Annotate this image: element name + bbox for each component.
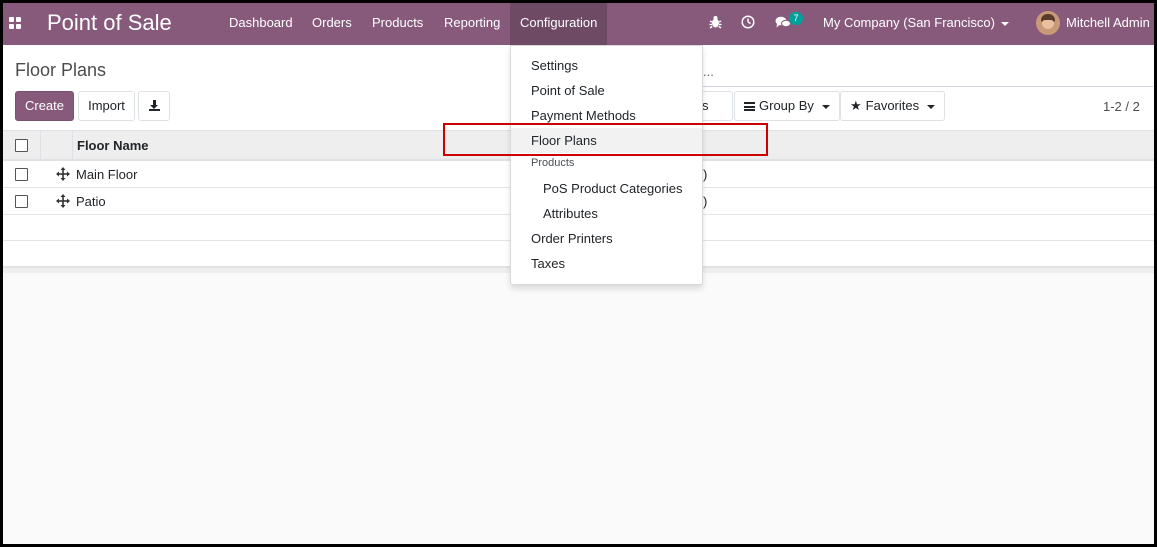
apps-menu-icon[interactable] (9, 17, 21, 29)
search-placeholder: ... (703, 64, 714, 79)
configuration-dropdown: Settings Point of Sale Payment Methods F… (510, 45, 703, 285)
page-title: Floor Plans (15, 60, 107, 80)
create-button[interactable]: Create (15, 91, 74, 121)
menu-item-point-of-sale[interactable]: Point of Sale (511, 78, 702, 103)
floor-name-cell: Main Floor (76, 167, 138, 182)
menu-item-settings[interactable]: Settings (511, 53, 702, 78)
user-avatar[interactable] (1036, 11, 1060, 35)
row-trailing-cell: ) (703, 167, 708, 182)
menu-item-pos-product-categories[interactable]: PoS Product Categories (511, 176, 702, 201)
app-brand[interactable]: Point of Sale (47, 10, 172, 36)
menu-reporting[interactable]: Reporting (434, 3, 510, 45)
menu-dashboard[interactable]: Dashboard (219, 3, 303, 45)
star-icon: ★ (850, 98, 862, 113)
column-divider (72, 131, 73, 161)
bars-icon (744, 102, 755, 111)
search-input[interactable]: ... (693, 56, 1153, 87)
column-divider (40, 131, 41, 161)
drag-handle-icon[interactable] (56, 194, 70, 210)
favorites-label: Favorites (865, 98, 920, 113)
menu-item-order-printers[interactable]: Order Printers (511, 226, 702, 251)
menu-section-products: Products (531, 157, 575, 169)
download-icon (148, 100, 160, 111)
group-by-button[interactable]: Group By (734, 91, 840, 121)
drag-handle-icon[interactable] (56, 167, 70, 183)
group-by-label: Group By (759, 98, 814, 113)
company-switcher[interactable]: My Company (San Francisco) (823, 3, 1009, 45)
import-button[interactable]: Import (78, 91, 135, 121)
menu-item-attributes[interactable]: Attributes (511, 201, 702, 226)
menu-orders[interactable]: Orders (302, 3, 362, 45)
annotation-highlight-box (443, 123, 768, 156)
top-navbar: Point of Sale Dashboard Orders Products … (3, 3, 1154, 45)
chevron-down-icon (1000, 21, 1009, 26)
company-name: My Company (San Francisco) (823, 15, 995, 30)
pager-value[interactable]: 1-2 / 2 (1103, 99, 1140, 114)
app-window: Point of Sale Dashboard Orders Products … (3, 3, 1154, 544)
export-button[interactable] (138, 91, 170, 121)
floor-name-cell: Patio (76, 194, 106, 209)
favorites-button[interactable]: ★ Favorites (840, 91, 946, 121)
messages-badge: 7 (789, 12, 803, 25)
row-checkbox[interactable] (15, 195, 28, 208)
menu-item-taxes[interactable]: Taxes (511, 251, 702, 276)
user-name[interactable]: Mitchell Admin (1066, 3, 1150, 43)
menu-products[interactable]: Products (362, 3, 433, 45)
select-all-checkbox[interactable] (15, 139, 28, 152)
clock-icon[interactable] (741, 15, 755, 32)
row-trailing-cell: ) (703, 194, 708, 209)
column-header-floor-name[interactable]: Floor Name (77, 138, 149, 153)
bug-icon[interactable] (709, 15, 722, 32)
menu-configuration[interactable]: Configuration (510, 3, 608, 45)
chevron-down-icon (821, 104, 830, 109)
chevron-down-icon (927, 104, 936, 109)
row-checkbox[interactable] (15, 168, 28, 181)
